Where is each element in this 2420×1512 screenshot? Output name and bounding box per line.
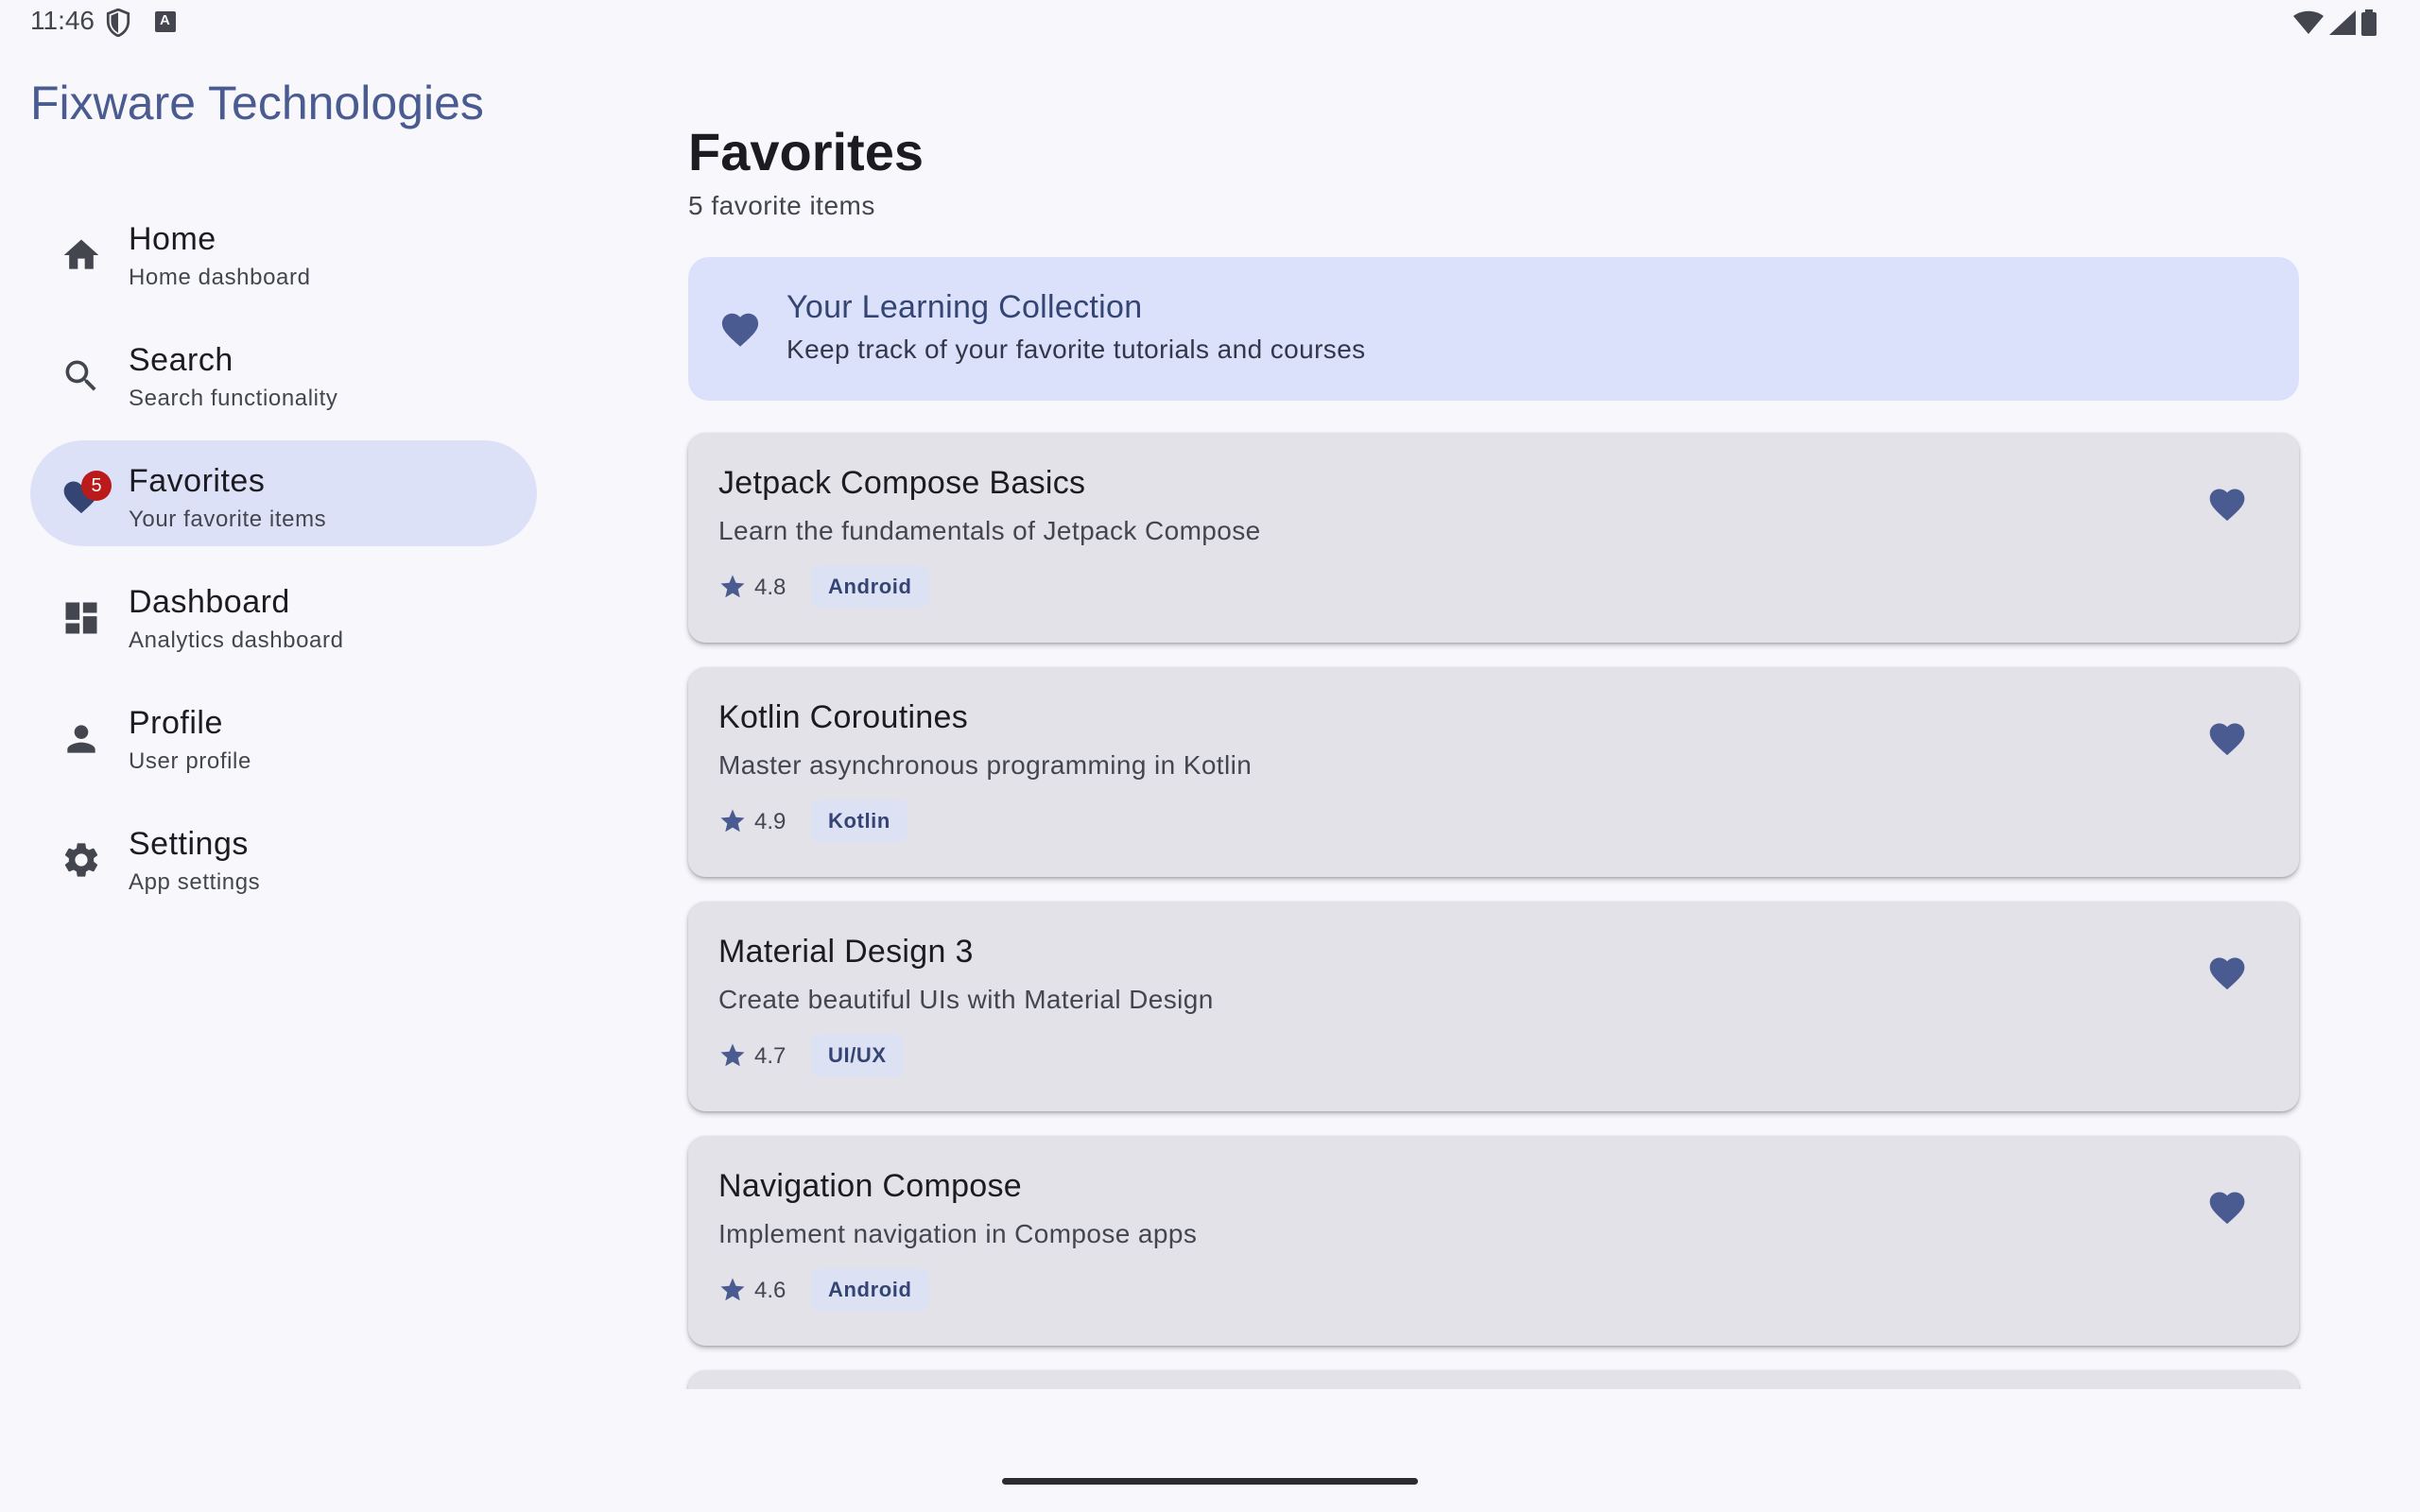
text-icon: [155, 11, 176, 32]
star-icon: [720, 809, 745, 833]
notification-badge: 5: [81, 471, 112, 501]
card-rating: 4.9: [754, 809, 786, 834]
favorite-card[interactable]: Navigation Compose Implement navigation …: [688, 1136, 2299, 1346]
favorite-card[interactable]: Material Design 3 Create beautiful UIs w…: [688, 902, 2299, 1111]
status-icons: [2293, 9, 2377, 36]
nav-item-label: Profile: [129, 705, 223, 741]
favorites-list[interactable]: Jetpack Compose Basics Learn the fundame…: [662, 416, 2325, 1389]
nav-item-search[interactable]: Search Search functionality: [30, 319, 537, 425]
card-description: Create beautiful UIs with Material Desig…: [718, 985, 1214, 1014]
nav-item-home[interactable]: Home Home dashboard: [30, 198, 537, 304]
category-chip: Android: [811, 565, 929, 609]
card-title: Jetpack Compose Basics: [718, 465, 1086, 501]
heart-icon[interactable]: [2206, 1187, 2248, 1228]
status-bar: 11:46: [0, 0, 2420, 45]
shield-icon: [106, 9, 130, 37]
nav-item-label: Search: [129, 342, 233, 378]
nav-item-subtitle: App settings: [129, 869, 261, 895]
wifi-icon: [2293, 10, 2324, 34]
favorite-card-partial[interactable]: [688, 1370, 2299, 1389]
nav-item-subtitle: Analytics dashboard: [129, 627, 344, 653]
dashboard-icon: [65, 602, 97, 634]
status-time: 11:46: [30, 6, 95, 35]
nav-item-label: Settings: [129, 826, 249, 862]
collection-banner: Your Learning Collection Keep track of y…: [688, 257, 2299, 401]
page-subtitle: 5 favorite items: [688, 191, 875, 220]
nav-item-subtitle: Your favorite items: [129, 507, 327, 532]
navigation-drawer: Home Home dashboard Search Search functi…: [30, 198, 537, 924]
nav-item-settings[interactable]: Settings App settings: [30, 803, 537, 909]
card-description: Learn the fundamentals of Jetpack Compos…: [718, 516, 1261, 545]
heart-icon[interactable]: [2206, 484, 2248, 525]
card-title: Navigation Compose: [718, 1168, 1023, 1204]
favorite-card[interactable]: Kotlin Coroutines Master asynchronous pr…: [688, 667, 2299, 877]
nav-item-dashboard[interactable]: Dashboard Analytics dashboard: [30, 561, 537, 667]
battery-icon: [2361, 9, 2377, 36]
nav-item-label: Dashboard: [129, 584, 290, 620]
card-rating: 4.7: [754, 1043, 786, 1069]
nav-item-subtitle: Home dashboard: [129, 265, 311, 290]
card-title: Material Design 3: [718, 934, 974, 970]
heart-icon[interactable]: [2206, 953, 2248, 994]
nav-item-label: Home: [129, 221, 216, 257]
card-rating: 4.6: [754, 1278, 786, 1303]
star-icon: [720, 575, 745, 598]
banner-subtitle: Keep track of your favorite tutorials an…: [786, 335, 1366, 364]
nav-item-subtitle: User profile: [129, 748, 251, 774]
card-title: Kotlin Coroutines: [718, 699, 969, 735]
star-icon: [720, 1043, 745, 1067]
heart-icon: [721, 313, 759, 347]
nav-item-subtitle: Search functionality: [129, 386, 338, 411]
category-chip: Kotlin: [811, 799, 908, 843]
star-icon: [720, 1278, 745, 1301]
gear-icon: [64, 843, 98, 877]
app-root: 11:46 Fixware Technologies Home: [0, 0, 2420, 1512]
nav-item-profile[interactable]: Profile User profile: [30, 682, 537, 788]
nav-item-label: Favorites: [129, 463, 266, 499]
category-chip: Android: [811, 1268, 929, 1312]
home-icon: [63, 239, 99, 269]
search-icon: [65, 360, 96, 391]
card-rating: 4.8: [754, 575, 786, 600]
favorite-card[interactable]: Jetpack Compose Basics Learn the fundame…: [688, 433, 2299, 643]
banner-title: Your Learning Collection: [786, 289, 1143, 325]
person-icon: [67, 725, 95, 753]
app-title: Fixware Technologies: [30, 77, 484, 129]
category-chip: UI/UX: [811, 1034, 904, 1077]
card-description: Master asynchronous programming in Kotli…: [718, 750, 1253, 780]
heart-icon[interactable]: [2206, 718, 2248, 760]
signal-icon: [2329, 10, 2356, 35]
nav-item-favorites[interactable]: 5 Favorites Your favorite items: [30, 440, 537, 546]
page-title: Favorites: [688, 122, 924, 181]
home-indicator[interactable]: [1002, 1478, 1418, 1485]
card-description: Implement navigation in Compose apps: [718, 1219, 1198, 1248]
